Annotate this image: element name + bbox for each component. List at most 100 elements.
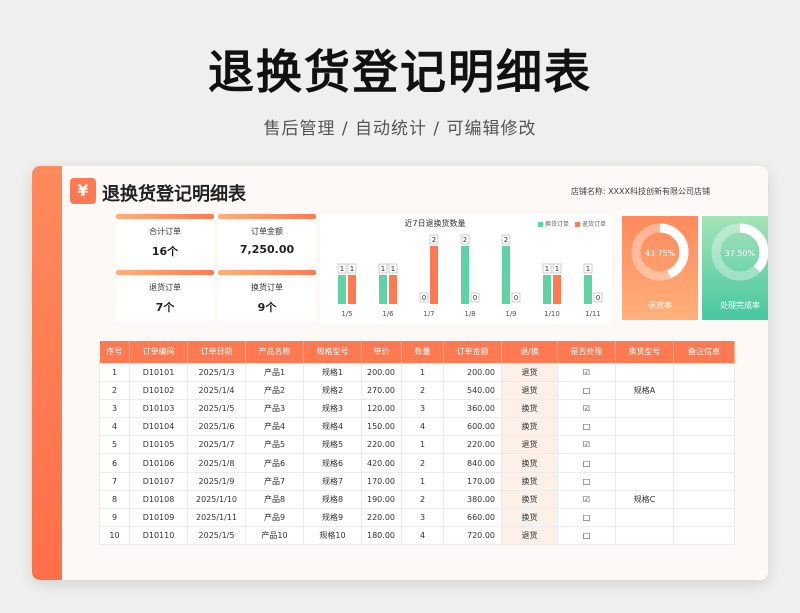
- table-cell[interactable]: 170.00: [443, 471, 502, 491]
- table-cell[interactable]: 1: [401, 471, 444, 491]
- table-cell[interactable]: 8: [99, 489, 130, 510]
- table-cell[interactable]: ☑: [557, 398, 616, 419]
- table-cell[interactable]: D10106: [129, 453, 188, 473]
- table-cell[interactable]: 换货: [501, 417, 558, 437]
- table-cell[interactable]: 规格2: [303, 380, 362, 400]
- table-cell[interactable]: 2025/1/3: [187, 362, 246, 382]
- table-cell[interactable]: [615, 507, 674, 528]
- table-cell[interactable]: [615, 526, 674, 546]
- table-cell[interactable]: 规格9: [303, 507, 362, 528]
- table-cell[interactable]: 2025/1/7: [187, 435, 246, 455]
- table-cell[interactable]: D10104: [129, 417, 188, 437]
- table-cell[interactable]: 规格10: [303, 526, 362, 546]
- table-cell[interactable]: [673, 471, 735, 491]
- table-cell[interactable]: 产品1: [245, 362, 304, 382]
- column-header[interactable]: 订单金额: [443, 341, 502, 363]
- table-cell[interactable]: [673, 417, 735, 437]
- table-cell[interactable]: 换货: [501, 507, 558, 528]
- table-cell[interactable]: ☑: [557, 362, 616, 382]
- table-cell[interactable]: 退货: [501, 362, 558, 382]
- column-header[interactable]: 退/换: [501, 341, 558, 363]
- table-cell[interactable]: [673, 507, 735, 528]
- table-cell[interactable]: 600.00: [443, 417, 502, 437]
- table-cell[interactable]: □: [557, 507, 616, 528]
- table-cell[interactable]: 2: [401, 380, 444, 400]
- table-cell[interactable]: 换货: [501, 489, 558, 510]
- table-cell[interactable]: [615, 362, 674, 382]
- table-cell[interactable]: 180.00: [361, 526, 402, 546]
- column-header[interactable]: 产品名称: [245, 341, 304, 363]
- column-header[interactable]: 订单日期: [187, 341, 246, 363]
- table-cell[interactable]: 产品8: [245, 489, 304, 510]
- table-cell[interactable]: 换货: [501, 453, 558, 473]
- table-cell[interactable]: □: [557, 453, 616, 473]
- table-cell[interactable]: 规格5: [303, 435, 362, 455]
- table-cell[interactable]: 2025/1/9: [187, 471, 246, 491]
- store-name[interactable]: XXXX科技创新有限公司店铺: [608, 187, 710, 196]
- table-cell[interactable]: □: [557, 417, 616, 437]
- column-header[interactable]: 单价: [361, 341, 402, 363]
- table-cell[interactable]: 10: [99, 526, 130, 546]
- table-cell[interactable]: 540.00: [443, 380, 502, 400]
- table-cell[interactable]: 退货: [501, 526, 558, 546]
- table-cell[interactable]: 规格3: [303, 398, 362, 419]
- table-cell[interactable]: [673, 526, 735, 546]
- table-cell[interactable]: 规格6: [303, 453, 362, 473]
- table-cell[interactable]: □: [557, 471, 616, 491]
- column-header[interactable]: 数量: [401, 341, 444, 363]
- table-cell[interactable]: 200.00: [361, 362, 402, 382]
- table-cell[interactable]: 150.00: [361, 417, 402, 437]
- table-cell[interactable]: D10109: [129, 507, 188, 528]
- table-cell[interactable]: D10101: [129, 362, 188, 382]
- table-cell[interactable]: 4: [401, 526, 444, 546]
- table-cell[interactable]: 380.00: [443, 489, 502, 510]
- column-header[interactable]: 换货型号: [615, 341, 674, 363]
- table-cell[interactable]: 产品6: [245, 453, 304, 473]
- column-header[interactable]: 备注信息: [673, 341, 735, 363]
- table-cell[interactable]: [615, 435, 674, 455]
- table-cell[interactable]: [615, 417, 674, 437]
- table-cell[interactable]: 换货: [501, 398, 558, 419]
- table-cell[interactable]: D10105: [129, 435, 188, 455]
- table-cell[interactable]: 840.00: [443, 453, 502, 473]
- table-cell[interactable]: D10103: [129, 398, 188, 419]
- table-cell[interactable]: 规格1: [303, 362, 362, 382]
- table-cell[interactable]: 220.00: [361, 435, 402, 455]
- table-cell[interactable]: 产品3: [245, 398, 304, 419]
- table-cell[interactable]: 规格A: [615, 380, 674, 400]
- table-cell[interactable]: [673, 435, 735, 455]
- table-cell[interactable]: 规格C: [615, 489, 674, 510]
- table-cell[interactable]: 6: [99, 453, 130, 473]
- table-cell[interactable]: 2025/1/5: [187, 398, 246, 419]
- table-cell[interactable]: [615, 471, 674, 491]
- table-cell[interactable]: 720.00: [443, 526, 502, 546]
- table-cell[interactable]: 4: [401, 417, 444, 437]
- table-cell[interactable]: D10107: [129, 471, 188, 491]
- table-cell[interactable]: 170.00: [361, 471, 402, 491]
- table-cell[interactable]: 规格8: [303, 489, 362, 510]
- table-cell[interactable]: [615, 398, 674, 419]
- table-cell[interactable]: 2: [99, 380, 130, 400]
- table-cell[interactable]: D10102: [129, 380, 188, 400]
- table-cell[interactable]: 3: [401, 398, 444, 419]
- table-cell[interactable]: 420.00: [361, 453, 402, 473]
- table-cell[interactable]: 产品9: [245, 507, 304, 528]
- table-cell[interactable]: 2025/1/4: [187, 380, 246, 400]
- table-cell[interactable]: 1: [401, 435, 444, 455]
- table-cell[interactable]: □: [557, 380, 616, 400]
- table-cell[interactable]: [673, 453, 735, 473]
- table-cell[interactable]: D10108: [129, 489, 188, 510]
- table-cell[interactable]: 3: [99, 398, 130, 419]
- table-cell[interactable]: 360.00: [443, 398, 502, 419]
- table-cell[interactable]: ☑: [557, 489, 616, 510]
- table-cell[interactable]: 220.00: [443, 435, 502, 455]
- table-cell[interactable]: 220.00: [361, 507, 402, 528]
- table-cell[interactable]: 7: [99, 471, 130, 491]
- table-cell[interactable]: 规格7: [303, 471, 362, 491]
- table-cell[interactable]: [673, 380, 735, 400]
- table-cell[interactable]: 退货: [501, 435, 558, 455]
- column-header[interactable]: 规格型号: [303, 341, 362, 363]
- table-cell[interactable]: 1: [401, 362, 444, 382]
- table-cell[interactable]: 660.00: [443, 507, 502, 528]
- table-cell[interactable]: 产品7: [245, 471, 304, 491]
